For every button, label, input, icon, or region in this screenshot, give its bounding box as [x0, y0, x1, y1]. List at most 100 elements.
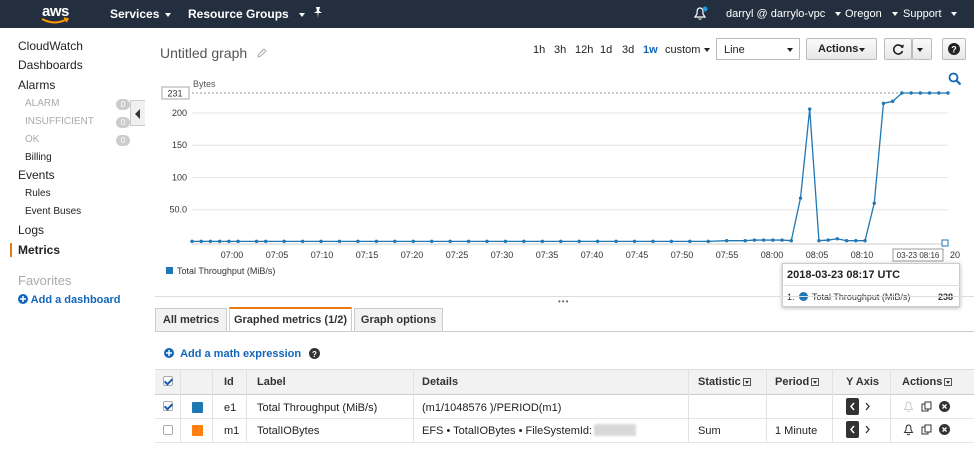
- row-details[interactable]: (m1/1048576 )/PERIOD(m1): [422, 402, 561, 414]
- data-point[interactable]: [485, 239, 489, 244]
- data-point[interactable]: [854, 239, 858, 243]
- bell-icon[interactable]: [693, 6, 708, 24]
- sidebar-item-cloudwatch[interactable]: CloudWatch: [18, 39, 83, 53]
- data-point[interactable]: [337, 239, 342, 244]
- chart-area[interactable]: Bytes 50.0 100 150 200 231 07:00 07:05 07:10 07:1…: [160, 76, 965, 276]
- data-point[interactable]: [817, 239, 821, 243]
- sidebar-item-event-buses[interactable]: Event Buses: [25, 206, 81, 217]
- row-statistic[interactable]: Sum: [698, 425, 721, 437]
- data-point[interactable]: [890, 99, 895, 104]
- column-header-label[interactable]: Label: [257, 376, 286, 388]
- line-chart[interactable]: Bytes 50.0 100 150 200 231 07:00 07:05 07:10 07:1…: [160, 76, 965, 276]
- account-menu[interactable]: darryl @ darrylo-vpc: [726, 8, 842, 20]
- sidebar-item-billing[interactable]: Billing: [25, 152, 52, 163]
- refresh-options-button[interactable]: [912, 38, 932, 60]
- range-1d[interactable]: 1d: [600, 44, 612, 56]
- data-point[interactable]: [522, 239, 526, 244]
- sidebar-item-rules[interactable]: Rules: [25, 188, 51, 199]
- pencil-icon[interactable]: [257, 48, 267, 58]
- data-point[interactable]: [780, 238, 784, 242]
- aws-logo[interactable]: aws: [38, 2, 78, 26]
- data-point[interactable]: [927, 91, 932, 95]
- y-axis-right-button[interactable]: [863, 421, 873, 438]
- data-point[interactable]: [725, 239, 729, 243]
- sidebar-item-logs[interactable]: Logs: [18, 223, 44, 237]
- sidebar-item-dashboards[interactable]: Dashboards: [18, 58, 83, 72]
- data-point[interactable]: [826, 238, 830, 242]
- row-checkbox[interactable]: [163, 425, 173, 435]
- data-point[interactable]: [356, 239, 360, 244]
- select-all-checkbox[interactable]: [163, 376, 173, 386]
- data-point[interactable]: [844, 239, 849, 243]
- series-line[interactable]: [192, 92, 948, 243]
- data-point[interactable]: [559, 239, 563, 244]
- range-3h[interactable]: 3h: [554, 44, 566, 56]
- sidebar-item-alarms[interactable]: Alarms: [18, 78, 55, 92]
- data-point[interactable]: [798, 196, 803, 200]
- refresh-button[interactable]: [884, 38, 912, 60]
- tab-all-metrics[interactable]: All metrics: [155, 308, 227, 331]
- data-point[interactable]: [632, 239, 637, 244]
- data-point[interactable]: [881, 101, 886, 106]
- range-3d[interactable]: 3d: [622, 44, 634, 56]
- actions-button[interactable]: Actions: [806, 38, 877, 60]
- range-1h[interactable]: 1h: [533, 44, 545, 56]
- help-button[interactable]: ?: [942, 38, 966, 60]
- data-point[interactable]: [918, 91, 923, 95]
- graph-title[interactable]: Untitled graph: [160, 45, 267, 61]
- data-point[interactable]: [199, 239, 203, 244]
- data-point[interactable]: [863, 239, 867, 243]
- data-point[interactable]: [909, 91, 913, 95]
- series-color-swatch[interactable]: [192, 425, 203, 436]
- data-point[interactable]: [319, 239, 323, 244]
- data-point[interactable]: [254, 239, 259, 244]
- data-point[interactable]: [577, 239, 581, 244]
- data-point[interactable]: [208, 239, 213, 244]
- legend-label[interactable]: Total Throughput (MiB/s): [177, 266, 275, 276]
- sidebar-item-insufficient[interactable]: INSUFFICIENT: [25, 116, 94, 127]
- data-point[interactable]: [669, 239, 674, 244]
- sort-icon[interactable]: [742, 378, 751, 387]
- chart-type-select[interactable]: Line: [716, 38, 800, 60]
- data-point[interactable]: [300, 239, 305, 244]
- copy-icon[interactable]: [921, 401, 932, 412]
- support-menu[interactable]: Support: [903, 8, 957, 20]
- data-point[interactable]: [706, 239, 710, 244]
- data-point[interactable]: [227, 239, 231, 244]
- tab-graphed-metrics[interactable]: Graphed metrics (1/2): [229, 307, 352, 331]
- data-point[interactable]: [900, 91, 904, 95]
- data-point[interactable]: [937, 91, 941, 95]
- data-point[interactable]: [946, 91, 950, 95]
- data-point[interactable]: [217, 239, 222, 244]
- data-point[interactable]: [411, 239, 415, 244]
- data-point[interactable]: [503, 239, 508, 244]
- data-point[interactable]: [282, 239, 286, 244]
- data-point[interactable]: [236, 239, 240, 244]
- data-point[interactable]: [808, 107, 812, 111]
- data-point[interactable]: [540, 239, 545, 244]
- legend-swatch[interactable]: [166, 267, 173, 274]
- column-header-details[interactable]: Details: [422, 376, 458, 388]
- column-header-statistic[interactable]: Statistic: [698, 376, 751, 388]
- data-point[interactable]: [393, 239, 397, 244]
- data-point[interactable]: [688, 239, 692, 244]
- add-dashboard-link[interactable]: Add a dashboard: [18, 294, 121, 306]
- row-period[interactable]: 1 Minute: [775, 425, 817, 437]
- resource-groups-menu[interactable]: Resource Groups: [188, 7, 305, 21]
- row-id[interactable]: e1: [224, 402, 236, 414]
- data-point[interactable]: [430, 239, 434, 244]
- sidebar-item-ok[interactable]: OK: [25, 134, 39, 145]
- data-point[interactable]: [448, 239, 452, 244]
- data-point[interactable]: [264, 239, 268, 244]
- services-menu[interactable]: Services: [110, 7, 172, 21]
- sidebar-item-events[interactable]: Events: [18, 168, 55, 182]
- data-point[interactable]: [872, 201, 876, 205]
- sidebar-item-metrics[interactable]: Metrics: [18, 243, 60, 257]
- range-1w[interactable]: 1w: [643, 44, 658, 56]
- y-axis-left-button[interactable]: [846, 421, 859, 438]
- bell-icon[interactable]: [903, 424, 914, 436]
- data-point[interactable]: [771, 238, 775, 242]
- row-label[interactable]: TotalIOBytes: [257, 425, 319, 437]
- data-point[interactable]: [761, 238, 766, 242]
- data-point[interactable]: [466, 239, 471, 244]
